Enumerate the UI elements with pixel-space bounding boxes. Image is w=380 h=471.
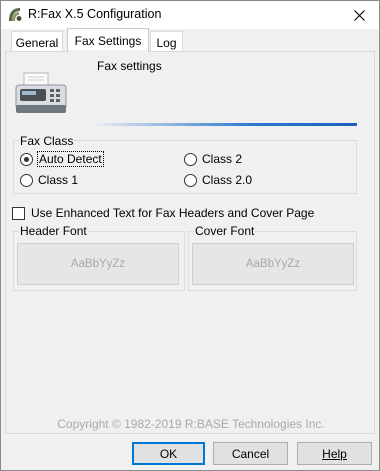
enhanced-text-checkbox[interactable]: Use Enhanced Text for Fax Headers and Co…	[12, 206, 314, 220]
checkbox-box	[12, 206, 25, 220]
window-title: R:Fax X.5 Configuration	[28, 7, 162, 21]
radio-class-2-0[interactable]: Class 2.0	[184, 173, 252, 187]
radio-class-2[interactable]: Class 2	[184, 152, 242, 166]
cancel-button-label: Cancel	[231, 446, 270, 461]
copyright-text: Copyright © 1982-2019 R:BASE Technologie…	[57, 417, 325, 431]
cover-font-label: Cover Font	[194, 224, 256, 238]
radio-button-checked	[20, 152, 33, 166]
header-font-label: Header Font	[19, 224, 88, 238]
radio-button	[184, 152, 197, 166]
tab-log-label: Log	[156, 35, 177, 50]
header-font-button[interactable]: AaBbYyZz	[17, 243, 179, 285]
fax-machine-icon	[15, 72, 67, 113]
config-dialog: R:Fax X.5 Configuration General Fax Sett…	[0, 0, 380, 471]
radio-auto-detect-label: Auto Detect	[37, 151, 104, 167]
radio-class-1[interactable]: Class 1	[20, 173, 78, 187]
close-button[interactable]	[339, 1, 379, 29]
tab-general-label: General	[15, 35, 59, 50]
ok-button-label: OK	[159, 446, 178, 461]
tab-fax-settings-label: Fax Settings	[74, 33, 142, 48]
fax-class-label: Fax Class	[19, 134, 75, 148]
radio-class-1-label: Class 1	[38, 173, 79, 187]
radio-class-2-label: Class 2	[202, 152, 243, 166]
rbase-app-icon	[9, 8, 22, 21]
fax-settings-heading: Fax settings	[97, 59, 162, 73]
radio-class-2-0-label: Class 2.0	[202, 173, 253, 187]
close-icon	[353, 9, 365, 21]
tab-fax-settings[interactable]: Fax Settings	[67, 28, 149, 52]
cancel-button[interactable]: Cancel	[213, 442, 288, 465]
radio-button	[20, 173, 33, 187]
enhanced-text-label: Use Enhanced Text for Fax Headers and Co…	[31, 206, 315, 220]
help-button[interactable]: Help	[297, 442, 372, 465]
active-tab-joint	[68, 50, 148, 53]
tab-log[interactable]: Log	[150, 31, 183, 53]
help-button-label: Help	[322, 446, 347, 461]
ok-button[interactable]: OK	[132, 442, 205, 465]
header-font-sample: AaBbYyZz	[70, 258, 126, 270]
cover-font-sample: AaBbYyZz	[245, 258, 301, 270]
heading-accent-line	[91, 123, 357, 126]
radio-button	[184, 173, 197, 187]
cover-font-button[interactable]: AaBbYyZz	[192, 243, 354, 285]
title-bar[interactable]: R:Fax X.5 Configuration	[1, 1, 379, 29]
radio-auto-detect[interactable]: Auto Detect	[20, 151, 104, 167]
tab-general[interactable]: General	[11, 31, 63, 53]
